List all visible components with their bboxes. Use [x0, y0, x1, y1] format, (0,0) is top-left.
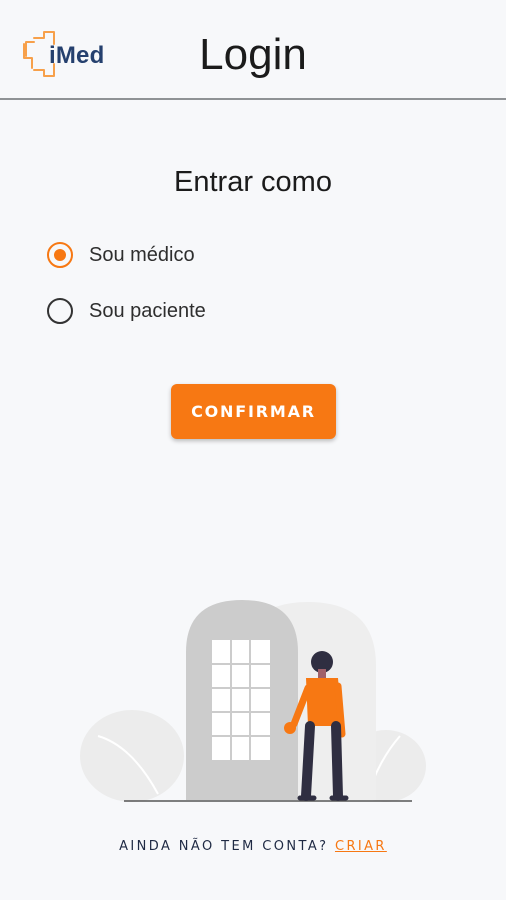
app-header: iMed Login — [0, 0, 506, 100]
door-illustration — [80, 600, 426, 802]
signup-prompt-text: AINDA NÃO TEM CONTA? — [119, 839, 329, 854]
confirm-button[interactable]: CONFIRMAR — [171, 384, 336, 439]
option-doctor[interactable]: Sou médico — [47, 240, 195, 270]
create-account-link[interactable]: CRIAR — [335, 839, 387, 854]
option-patient[interactable]: Sou paciente — [47, 296, 206, 326]
option-patient-label: Sou paciente — [89, 299, 206, 322]
radio-patient[interactable] — [47, 298, 73, 324]
login-screen: iMed Login Entrar como Sou médico Sou pa… — [0, 0, 506, 900]
radio-doctor[interactable] — [47, 242, 73, 268]
page-title: Login — [199, 30, 307, 79]
signup-prompt: AINDA NÃO TEM CONTA? CRIAR — [0, 839, 506, 854]
option-doctor-label: Sou médico — [89, 243, 195, 266]
login-as-heading: Entrar como — [174, 166, 332, 198]
